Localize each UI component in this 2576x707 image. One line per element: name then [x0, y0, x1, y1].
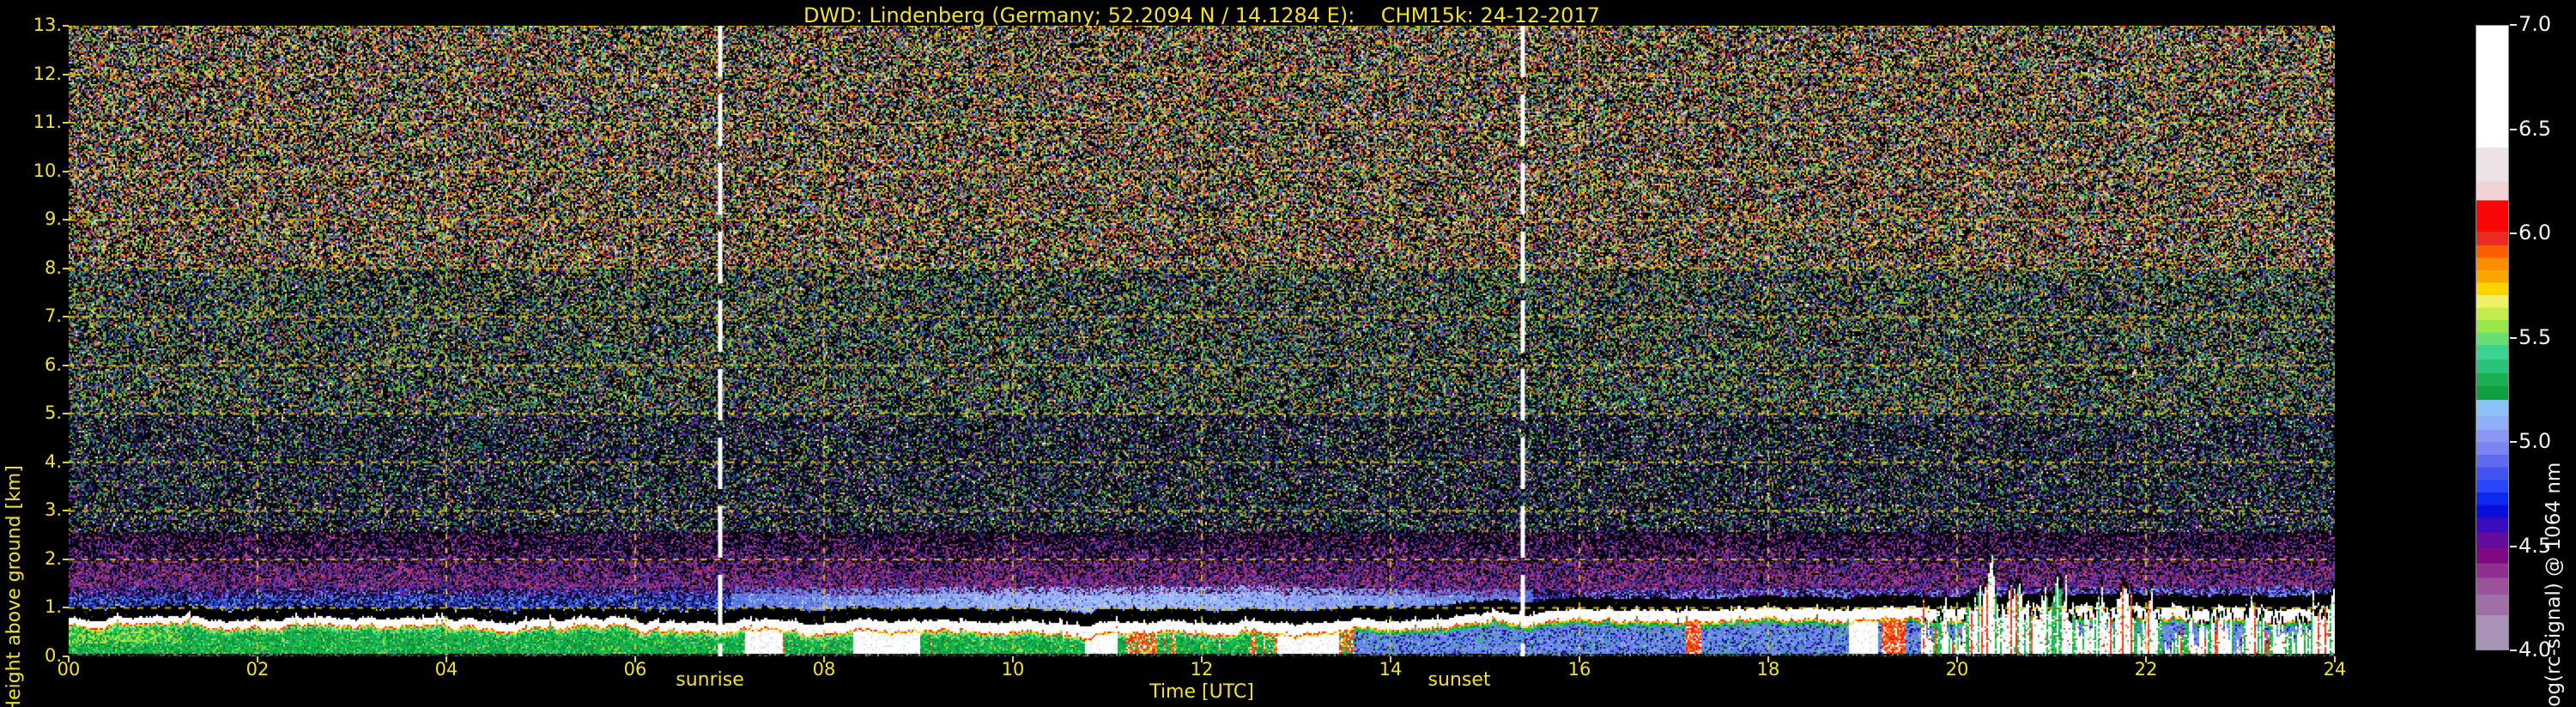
colorbar-tick-mark — [2510, 129, 2517, 130]
colorbar-tick-mark — [2510, 441, 2517, 443]
y-tick-label: 12. — [0, 63, 62, 84]
colorbar — [2476, 25, 2509, 650]
colorbar-tick-mark — [2510, 650, 2517, 651]
colorbar-tick-mark — [2510, 337, 2517, 339]
y-tick-mark — [63, 122, 69, 124]
y-tick-mark — [63, 74, 69, 76]
colorbar-tick-mark — [2510, 24, 2517, 26]
y-tick-label: 1. — [0, 596, 62, 617]
y-tick-mark — [63, 462, 69, 463]
y-tick-label: 0. — [0, 645, 62, 666]
sunrise-annotation: sunrise — [676, 669, 744, 691]
x-tick-mark — [1767, 656, 1769, 662]
y-tick-mark — [63, 171, 69, 172]
x-tick-mark — [1579, 656, 1580, 662]
x-tick-mark — [1201, 656, 1203, 662]
x-tick-mark — [634, 656, 636, 662]
y-tick-label: 13. — [0, 15, 62, 35]
colorbar-tick-label: 6.0 — [2518, 221, 2551, 245]
y-tick-mark — [63, 25, 69, 27]
colorbar-tick-mark — [2510, 546, 2517, 547]
y-tick-label: 9. — [0, 208, 62, 229]
x-tick-mark — [1012, 656, 1014, 662]
x-tick-mark — [823, 656, 825, 662]
y-tick-label: 2. — [0, 548, 62, 569]
y-tick-label: 4. — [0, 451, 62, 472]
y-tick-label: 6. — [0, 354, 62, 375]
colorbar-tick-label: 5.0 — [2518, 429, 2551, 453]
x-tick-mark — [257, 656, 258, 662]
heatmap-plot-canvas — [69, 26, 2335, 656]
y-tick-mark — [63, 413, 69, 414]
y-tick-label: 8. — [0, 257, 62, 278]
y-tick-mark — [63, 559, 69, 560]
y-tick-label: 5. — [0, 402, 62, 423]
y-tick-mark — [63, 607, 69, 608]
x-axis-label: Time [UTC] — [1149, 681, 1254, 703]
page-title: DWD: Lindenberg (Germany; 52.2094 N / 14… — [803, 3, 1600, 27]
y-tick-mark — [63, 316, 69, 317]
colorbar-tick-label: 7.0 — [2518, 12, 2551, 36]
sunset-annotation: sunset — [1428, 669, 1491, 691]
y-tick-label: 11. — [0, 112, 62, 132]
y-tick-label: 7. — [0, 305, 62, 326]
x-tick-mark — [68, 656, 70, 662]
x-tick-mark — [2334, 656, 2336, 662]
y-tick-mark — [63, 365, 69, 366]
colorbar-tick-label: 6.5 — [2518, 117, 2551, 141]
y-tick-label: 10. — [0, 160, 62, 181]
x-tick-mark — [445, 656, 447, 662]
colorbar-tick-label: 5.5 — [2518, 325, 2551, 349]
x-tick-mark — [1956, 656, 1958, 662]
colorbar-label: log(rc-signal) @ 1064 nm — [2543, 462, 2565, 707]
y-tick-label: 3. — [0, 499, 62, 520]
colorbar-tick-mark — [2510, 233, 2517, 234]
y-tick-mark — [63, 219, 69, 221]
colorbar-tick-label: 4.0 — [2518, 638, 2551, 662]
x-tick-mark — [2145, 656, 2147, 662]
x-tick-mark — [1390, 656, 1391, 662]
ceilometer-quicklook-figure: DWD: Lindenberg (Germany; 52.2094 N / 14… — [0, 0, 2576, 707]
y-tick-mark — [63, 656, 69, 657]
y-tick-mark — [63, 268, 69, 269]
colorbar-tick-label: 4.5 — [2518, 534, 2551, 558]
y-tick-mark — [63, 510, 69, 511]
